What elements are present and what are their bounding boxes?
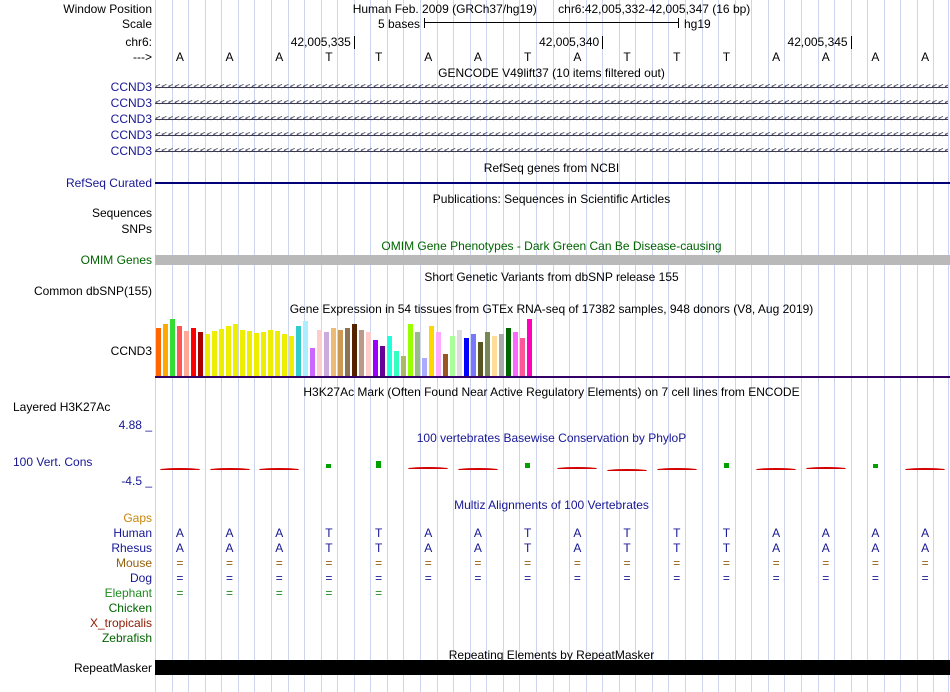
multiz-alignment-cell: A: [772, 526, 781, 540]
multiz-species-label[interactable]: Zebrafish: [0, 631, 152, 645]
multiz-alignment-cell: A: [871, 541, 880, 555]
multiz-alignment-cell: A: [573, 541, 582, 555]
multiz-alignment-cell: T: [722, 541, 731, 555]
multiz-species-label[interactable]: Human: [0, 526, 152, 540]
multiz-species-label[interactable]: Elephant: [0, 586, 152, 600]
multiz-alignment-cell: =: [176, 556, 184, 570]
multiz-alignment-cell: =: [722, 571, 730, 585]
multiz-alignment-cell: =: [325, 586, 333, 600]
multiz-alignment-cell: T: [325, 526, 333, 540]
multiz-alignment-cell: =: [673, 571, 681, 585]
multiz-alignment-cell: A: [821, 541, 830, 555]
multiz-species-label[interactable]: Chicken: [0, 601, 152, 615]
multiz-alignment-cell: A: [275, 541, 284, 555]
multiz-alignment-cell: =: [722, 556, 730, 570]
multiz-alignment-cell: =: [325, 556, 333, 570]
multiz-alignment-cell: A: [921, 526, 930, 540]
multiz-alignment-cell: =: [474, 556, 482, 570]
multiz-species-label[interactable]: Gaps: [0, 511, 152, 525]
multiz-alignment-cell: =: [623, 571, 631, 585]
multiz-alignment-cell: T: [623, 541, 631, 555]
multiz-alignment-cell: A: [225, 541, 234, 555]
multiz-alignment-cell: =: [176, 586, 184, 600]
multiz-alignment-cell: =: [474, 571, 482, 585]
multiz-alignment-cell: T: [523, 526, 532, 540]
multiz-alignment-cell: =: [673, 556, 681, 570]
multiz-alignment-cell: =: [424, 556, 432, 570]
multiz-species-label[interactable]: X_tropicalis: [0, 616, 152, 630]
multiz-alignment-cell: =: [275, 571, 283, 585]
multiz-alignment-cell: A: [921, 541, 930, 555]
multiz-alignment-cell: =: [573, 556, 581, 570]
multiz-alignment-cell: T: [673, 526, 681, 540]
multiz-alignment-cell: A: [772, 541, 781, 555]
multiz-alignment-cell: =: [871, 556, 879, 570]
multiz-alignment-cell: T: [722, 526, 731, 540]
multiz-alignment-cell: T: [374, 526, 383, 540]
multiz-alignment-cell: =: [524, 571, 532, 585]
multiz-alignment-cell: A: [871, 526, 880, 540]
multiz-alignment-cell: =: [275, 586, 283, 600]
multiz-alignment-cell: A: [424, 526, 433, 540]
multiz-alignment-cell: T: [374, 541, 383, 555]
multiz-alignment-cell: =: [375, 586, 383, 600]
multiz-alignment-cell: =: [226, 586, 234, 600]
multiz-alignment-cell: =: [573, 571, 581, 585]
multiz-species-label[interactable]: Mouse: [0, 556, 152, 570]
repeatmasker-item[interactable]: [155, 660, 950, 675]
multiz-alignment-cell: T: [673, 541, 681, 555]
multiz-alignment-cell: =: [176, 571, 184, 585]
multiz-alignment-cell: =: [375, 571, 383, 585]
multiz-alignment-cell: T: [523, 541, 532, 555]
multiz-alignment-cell: =: [921, 556, 929, 570]
multiz-alignment-cell: =: [524, 556, 532, 570]
multiz-alignment-cell: =: [226, 556, 234, 570]
multiz-alignment-cell: T: [325, 541, 333, 555]
multiz-alignment-cell: =: [623, 556, 631, 570]
multiz-alignment-cell: T: [623, 526, 631, 540]
multiz-alignment-cell: =: [226, 571, 234, 585]
multiz-alignment-cell: =: [822, 571, 830, 585]
multiz-alignment-cell: =: [871, 571, 879, 585]
multiz-alignment-cell: =: [275, 556, 283, 570]
multiz-alignment-cell: A: [821, 526, 830, 540]
multiz-alignment-cell: =: [921, 571, 929, 585]
multiz-alignment[interactable]: Gaps Human A A A T T A A T A T T T A A A A Rhesus A A A T T A A T A…: [0, 0, 950, 692]
multiz-alignment-cell: =: [375, 556, 383, 570]
repeatmasker-label[interactable]: RepeatMasker: [0, 661, 152, 675]
multiz-species-label[interactable]: Dog: [0, 571, 152, 585]
multiz-alignment-cell: A: [473, 541, 482, 555]
multiz-species-label[interactable]: Rhesus: [0, 541, 152, 555]
multiz-alignment-cell: A: [424, 541, 433, 555]
multiz-alignment-cell: =: [325, 571, 333, 585]
multiz-alignment-cell: =: [772, 556, 780, 570]
multiz-alignment-cell: =: [424, 571, 432, 585]
multiz-alignment-cell: A: [275, 526, 284, 540]
multiz-alignment-cell: =: [772, 571, 780, 585]
multiz-alignment-cell: =: [822, 556, 830, 570]
multiz-alignment-cell: A: [175, 526, 184, 540]
multiz-alignment-cell: A: [175, 541, 184, 555]
multiz-alignment-cell: A: [225, 526, 234, 540]
genome-browser: Window Position Human Feb. 2009 (GRCh37/…: [0, 0, 950, 692]
multiz-alignment-cell: A: [473, 526, 482, 540]
multiz-alignment-cell: A: [573, 526, 582, 540]
